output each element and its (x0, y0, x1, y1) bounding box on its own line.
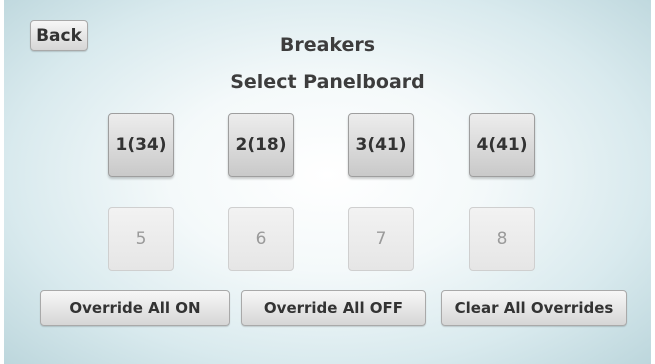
panelboard-button-1[interactable]: 1(34) (108, 113, 174, 177)
panelboard-button-4[interactable]: 4(41) (469, 113, 535, 177)
panelboard-button-7: 7 (348, 207, 414, 271)
panelboard-button-8: 8 (469, 207, 535, 271)
breakers-screen: Back Breakers Select Panelboard 1(34) 2(… (4, 0, 651, 364)
panelboard-button-2[interactable]: 2(18) (228, 113, 294, 177)
panelboard-button-6: 6 (228, 207, 294, 271)
panelboard-button-3[interactable]: 3(41) (348, 113, 414, 177)
page-title: Breakers (279, 34, 376, 56)
override-all-on-button[interactable]: Override All ON (40, 290, 230, 326)
page-subtitle: Select Panelboard (230, 71, 425, 93)
override-all-off-button[interactable]: Override All OFF (241, 290, 426, 326)
panelboard-button-5: 5 (108, 207, 174, 271)
clear-all-overrides-button[interactable]: Clear All Overrides (441, 290, 627, 326)
